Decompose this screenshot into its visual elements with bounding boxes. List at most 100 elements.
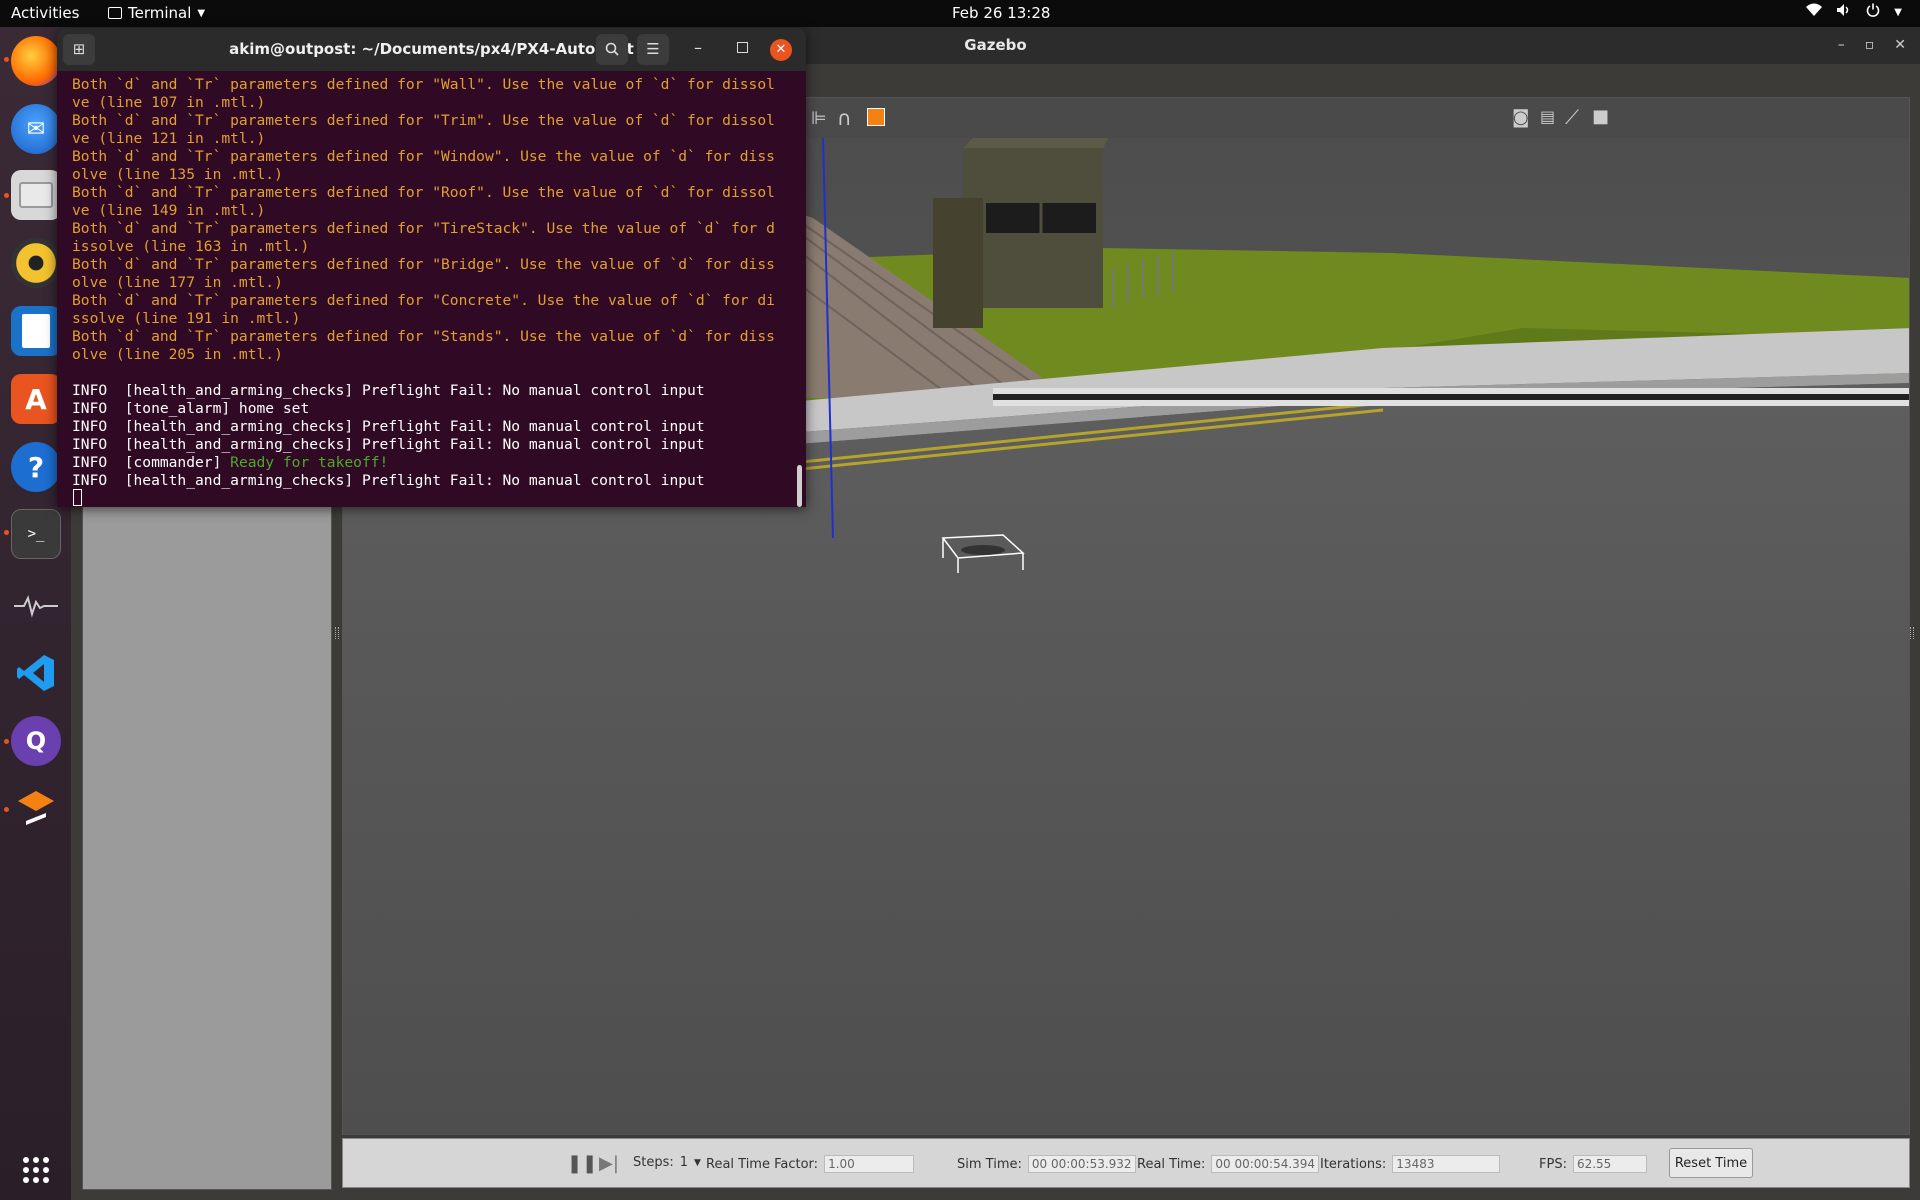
iterations-field — [1392, 1155, 1501, 1173]
app-grid-icon[interactable] — [11, 1145, 61, 1195]
terminal-line-highlight: Ready for takeoff! — [230, 454, 389, 471]
reset-time-button[interactable]: Reset Time — [1669, 1148, 1753, 1178]
help-icon[interactable]: ? — [11, 442, 61, 492]
iterations-group: Iterations: — [1320, 1155, 1501, 1173]
top-bar: Activities Terminal ▼ Feb 26 13:28 ▼ — [0, 0, 1920, 27]
terminal-line-text: ve (line 121 in .mtl.) — [72, 130, 266, 147]
vscode-icon[interactable] — [11, 648, 61, 698]
terminal-line: Both `d` and `Tr` parameters defined for… — [72, 112, 802, 130]
terminal-line-text: INFO [health_and_arming_checks] Prefligh… — [72, 382, 705, 399]
simtime-field — [1027, 1155, 1136, 1173]
writer-icon[interactable] — [11, 306, 61, 356]
running-indicator — [4, 193, 9, 198]
qgroundcontrol-icon[interactable]: Q — [11, 716, 61, 766]
simtime-group: Sim Time: — [957, 1155, 1136, 1173]
simulation-status-bar: ❚❚ ▶| Steps: 1 ▼ Real Time Factor: Sim T… — [342, 1138, 1910, 1188]
fps-field — [1572, 1155, 1647, 1173]
chevron-down-icon: ▼ — [1894, 7, 1902, 18]
fps-group: FPS: — [1539, 1155, 1647, 1173]
steps-group: Steps: 1 ▼ — [633, 1155, 701, 1170]
software-icon[interactable]: A — [11, 374, 61, 424]
terminal-line-text: Both `d` and `Tr` parameters defined for… — [72, 292, 775, 309]
terminal-line-text: ve (line 149 in .mtl.) — [72, 202, 266, 219]
firefox-icon[interactable] — [11, 36, 61, 86]
maximize-icon[interactable]: ▫ — [1865, 27, 1875, 64]
terminal-line: INFO [health_and_arming_checks] Prefligh… — [72, 382, 802, 400]
iterations-label: Iterations: — [1320, 1156, 1387, 1172]
terminal-line: Both `d` and `Tr` parameters defined for… — [72, 76, 802, 94]
terminal-icon[interactable]: >_ — [11, 509, 61, 559]
steps-value[interactable]: 1 — [680, 1155, 688, 1170]
system-tray[interactable]: ▼ — [1806, 3, 1902, 23]
terminal-line-text: Both `d` and `Tr` parameters defined for… — [72, 256, 775, 273]
realtime-field — [1211, 1155, 1320, 1173]
rtf-group: Real Time Factor: — [706, 1155, 915, 1173]
terminal-line-text: INFO [health_and_arming_checks] Prefligh… — [72, 472, 705, 489]
terminal-line: issolve (line 163 in .mtl.) — [72, 238, 802, 256]
running-indicator — [4, 807, 9, 812]
fps-label: FPS: — [1539, 1156, 1567, 1172]
terminal-line-text: Both `d` and `Tr` parameters defined for… — [72, 148, 775, 165]
terminal-line: olve (line 205 in .mtl.) — [72, 346, 802, 364]
terminal-cursor — [73, 489, 82, 506]
system-monitor-icon[interactable] — [11, 580, 61, 630]
running-indicator — [4, 739, 9, 744]
thunderbird-icon[interactable]: ✉ — [11, 104, 61, 154]
close-icon[interactable]: ✕ — [1894, 27, 1906, 64]
activities-button[interactable]: Activities — [11, 4, 79, 22]
terminal-line: INFO [commander] Ready for takeoff! — [72, 454, 802, 472]
terminal-line-text: INFO [commander] — [72, 454, 231, 471]
realtime-label: Real Time: — [1137, 1156, 1206, 1172]
realtime-group: Real Time: — [1137, 1155, 1320, 1173]
terminal-window[interactable]: ⊞ akim@outpost: ~/Documents/px4/PX4-Auto… — [57, 28, 806, 507]
align-icon[interactable]: ⊫ — [811, 108, 827, 129]
terminal-line-text: Both `d` and `Tr` parameters defined for… — [72, 112, 775, 129]
terminal-headerbar: ⊞ akim@outpost: ~/Documents/px4/PX4-Auto… — [57, 28, 806, 71]
app-menu[interactable]: Terminal ▼ — [108, 4, 205, 22]
rhythmbox-icon[interactable] — [11, 238, 61, 288]
snap-icon[interactable]: ∩ — [837, 106, 852, 130]
terminal-line-text: olve (line 205 in .mtl.) — [72, 346, 283, 363]
terminal-line: ssolve (line 191 in .mtl.) — [72, 310, 802, 328]
minimize-icon[interactable]: – — [694, 38, 702, 57]
screenshot-icon[interactable]: ◙ — [1512, 107, 1529, 128]
terminal-output[interactable]: Both `d` and `Tr` parameters defined for… — [72, 76, 802, 490]
terminal-line-text: issolve (line 163 in .mtl.) — [72, 238, 310, 255]
terminal-line-text: ve (line 107 in .mtl.) — [72, 94, 266, 111]
right-splitter[interactable] — [1910, 627, 1914, 639]
files-icon[interactable] — [11, 170, 61, 220]
search-icon[interactable] — [596, 34, 628, 65]
terminal-line: Both `d` and `Tr` parameters defined for… — [72, 328, 802, 346]
terminal-line: Both `d` and `Tr` parameters defined for… — [72, 256, 802, 274]
clock[interactable]: Feb 26 13:28 — [952, 4, 1050, 22]
view-angle-icon[interactable] — [867, 108, 885, 126]
terminal-line: olve (line 177 in .mtl.) — [72, 274, 802, 292]
hamburger-menu-icon[interactable]: ☰ — [637, 34, 669, 65]
step-icon[interactable]: ▶| — [599, 1153, 619, 1174]
terminal-line-text: Both `d` and `Tr` parameters defined for… — [72, 184, 775, 201]
gazebo-icon[interactable] — [11, 784, 61, 834]
terminal-line: olve (line 135 in .mtl.) — [72, 166, 802, 184]
terminal-scrollbar[interactable] — [797, 465, 802, 507]
close-icon[interactable]: ✕ — [770, 39, 792, 61]
maximize-icon[interactable] — [737, 42, 748, 53]
terminal-line: INFO [health_and_arming_checks] Prefligh… — [72, 436, 802, 454]
panel-splitter[interactable] — [335, 627, 339, 639]
plot-icon[interactable]: ⟋ — [1565, 105, 1579, 129]
rtf-field — [824, 1155, 915, 1173]
log-icon[interactable]: ▤ — [1540, 107, 1555, 126]
rtf-label: Real Time Factor: — [706, 1156, 819, 1172]
terminal-line-text: Both `d` and `Tr` parameters defined for… — [72, 328, 775, 345]
terminal-line: ve (line 121 in .mtl.) — [72, 130, 802, 148]
steps-dropdown-icon[interactable]: ▼ — [694, 1158, 701, 1168]
terminal-small-icon — [108, 7, 122, 19]
chevron-down-icon: ▼ — [197, 7, 206, 19]
terminal-line-text: olve (line 177 in .mtl.) — [72, 274, 283, 291]
terminal-line: Both `d` and `Tr` parameters defined for… — [72, 220, 802, 238]
terminal-line-text: Both `d` and `Tr` parameters defined for… — [72, 220, 775, 237]
pause-icon[interactable]: ❚❚ — [567, 1153, 597, 1174]
video-record-icon[interactable]: ■ — [1592, 106, 1609, 127]
minimize-icon[interactable]: – — [1838, 27, 1845, 64]
terminal-line-text: INFO [health_and_arming_checks] Prefligh… — [72, 418, 705, 435]
